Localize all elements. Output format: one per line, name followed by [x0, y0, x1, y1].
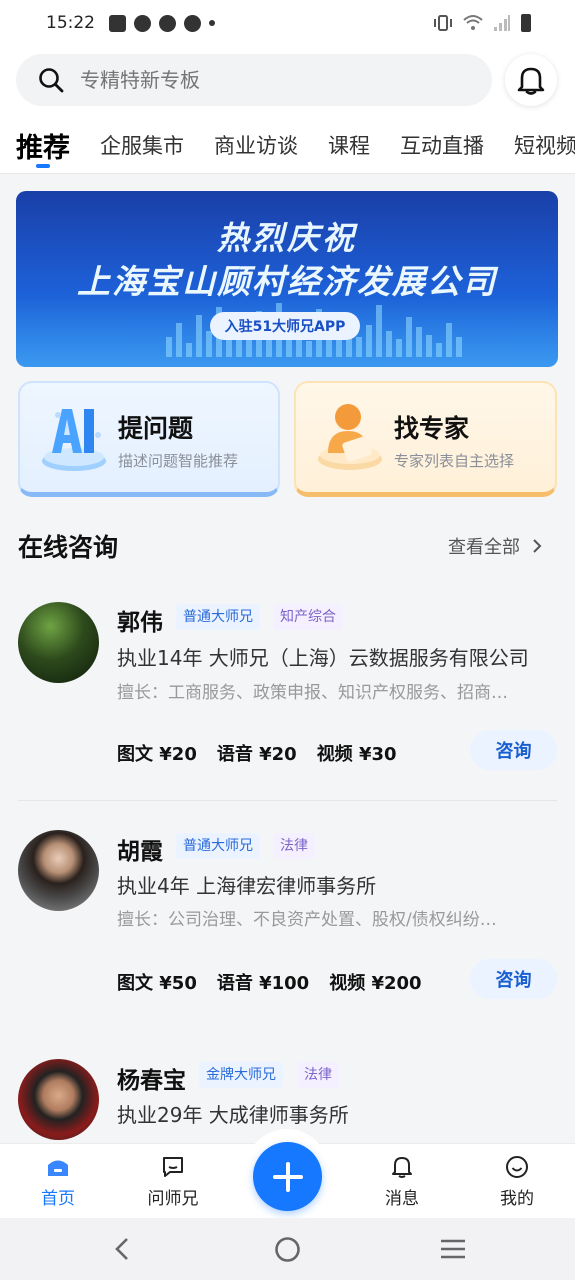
ask-question-card[interactable]: 提问题 描述问题智能推荐 — [18, 381, 280, 497]
banner-subtitle: 上海宝山顾村经济发展公司 — [77, 262, 497, 301]
tab-business-interviews[interactable]: 商业访谈 — [214, 124, 298, 160]
back-icon[interactable] — [112, 1236, 132, 1262]
recents-menu-icon[interactable] — [439, 1236, 467, 1262]
battery-icon — [521, 14, 531, 32]
tab-recommend[interactable]: 推荐 — [16, 124, 70, 168]
consultant-name: 杨春宝 — [117, 1068, 186, 1094]
online-consult-title: 在线咨询 — [18, 533, 119, 562]
expert-illustration-icon — [318, 404, 382, 470]
text-price: 图文 ¥20 — [117, 744, 197, 765]
avatar — [18, 830, 99, 911]
promo-banner[interactable]: 热烈庆祝 上海宝山顾村经济发展公司 入驻51大师兄APP — [16, 191, 558, 367]
consult-button[interactable]: 咨询 — [470, 959, 557, 999]
view-all-label: 查看全部 — [448, 537, 520, 558]
nav-ask-senior[interactable]: 问师兄 — [133, 1154, 213, 1209]
tab-label: 课程 — [328, 134, 370, 158]
nav-label: 消息 — [385, 1189, 419, 1209]
expert-card-title: 找专家 — [394, 414, 470, 443]
search-input[interactable] — [80, 68, 440, 92]
bell-icon — [517, 67, 545, 95]
view-all-link[interactable]: 查看全部 — [448, 533, 542, 559]
notification-icons — [109, 14, 215, 32]
text-price: 图文 ¥50 — [117, 973, 197, 994]
video-price: 视频 ¥200 — [329, 973, 422, 994]
status-bar: 15:22 — [0, 0, 575, 46]
price-list: 图文 ¥50 语音 ¥100 视频 ¥200 — [117, 969, 422, 995]
category-badge: 法律 — [273, 833, 315, 859]
consultant-firm: 执业4年 上海律宏律师事务所 — [117, 874, 377, 898]
voice-price: 语音 ¥100 — [216, 973, 310, 994]
tab-courses[interactable]: 课程 — [328, 124, 370, 160]
video-price: 视频 ¥30 — [316, 744, 397, 765]
tab-services-market[interactable]: 企服集市 — [100, 124, 184, 160]
row-divider — [18, 800, 557, 801]
app-notification-icon — [184, 14, 201, 32]
signal-icon — [494, 15, 510, 31]
banner-pill: 入驻51大师兄APP — [210, 312, 360, 340]
avatar — [18, 1059, 99, 1140]
category-badge: 法律 — [297, 1062, 339, 1088]
consultant-name: 郭伟 — [117, 610, 163, 636]
category-badge: 知产综合 — [273, 604, 343, 630]
category-tabs: 推荐 企服集市 商业访谈 课程 互动直播 短视频 — [0, 124, 575, 174]
search-icon — [39, 68, 64, 93]
nav-home[interactable]: 首页 — [18, 1154, 98, 1209]
level-badge: 普通大师兄 — [176, 833, 260, 859]
home-icon — [48, 1160, 68, 1176]
banner-title: 热烈庆祝 — [216, 219, 357, 257]
ai-illustration-icon — [42, 409, 106, 471]
tab-label: 短视频 — [514, 134, 575, 158]
nav-messages[interactable]: 消息 — [362, 1154, 442, 1209]
consultant-name: 胡霞 — [117, 839, 163, 865]
nav-profile[interactable]: 我的 — [477, 1154, 557, 1209]
chat-icon — [163, 1157, 183, 1177]
tab-label: 企服集市 — [100, 134, 184, 158]
system-status-icons — [433, 14, 531, 32]
notifications-button[interactable] — [505, 54, 557, 106]
consultant-skills: 擅长：公司治理、不良资产处置、股权/债权纠纷… — [117, 910, 497, 930]
tab-live[interactable]: 互动直播 — [400, 124, 484, 160]
search-bar[interactable] — [16, 54, 492, 106]
nav-label: 我的 — [500, 1189, 534, 1209]
create-button[interactable] — [253, 1142, 322, 1211]
nav-label: 首页 — [41, 1189, 75, 1209]
voice-price: 语音 ¥20 — [216, 744, 297, 765]
consultant-card[interactable]: 郭伟 普通大师兄 知产综合 执业14年 大师兄（上海）云数据服务有限公司 擅长：… — [0, 600, 575, 800]
consultant-card[interactable]: 胡霞 普通大师兄 法律 执业4年 上海律宏律师事务所 擅长：公司治理、不良资产处… — [0, 829, 575, 1029]
nav-label: 问师兄 — [147, 1189, 199, 1209]
home-circle-icon[interactable] — [274, 1236, 301, 1263]
expert-card-subtitle: 专家列表自主选择 — [394, 452, 515, 470]
app-notification-icon — [159, 14, 176, 32]
tab-short-video[interactable]: 短视频 — [514, 124, 575, 160]
app-notification-icon — [134, 14, 151, 32]
consultant-skills: 擅长：工商服务、政策申报、知识产权服务、招商… — [117, 683, 508, 703]
level-badge: 金牌大师兄 — [199, 1062, 283, 1088]
vibrate-icon — [434, 15, 452, 31]
level-badge: 普通大师兄 — [176, 604, 260, 630]
ask-card-title: 提问题 — [118, 414, 194, 443]
active-tab-indicator — [36, 164, 50, 168]
consultant-firm: 执业14年 大师兄（上海）云数据服务有限公司 — [117, 646, 529, 670]
plus-icon — [272, 1161, 303, 1192]
bell-icon — [392, 1157, 412, 1178]
consult-button[interactable]: 咨询 — [470, 730, 557, 770]
chevron-right-icon — [533, 539, 542, 553]
header-divider — [0, 173, 575, 174]
avatar — [18, 602, 99, 683]
ask-card-subtitle: 描述问题智能推荐 — [118, 452, 239, 470]
find-expert-card[interactable]: 找专家 专家列表自主选择 — [294, 381, 557, 497]
wifi-icon — [463, 15, 483, 30]
tab-label: 推荐 — [16, 133, 70, 164]
smile-icon — [506, 1156, 528, 1178]
tab-label: 互动直播 — [400, 134, 484, 158]
consultant-firm: 执业29年 大成律师事务所 — [117, 1103, 349, 1127]
tab-label: 商业访谈 — [214, 134, 298, 158]
price-list: 图文 ¥20 语音 ¥20 视频 ¥30 — [117, 740, 397, 766]
system-nav-bar — [0, 1218, 575, 1280]
header: 推荐 企服集市 商业访谈 课程 互动直播 短视频 — [0, 46, 575, 174]
app-notification-icon — [109, 14, 126, 32]
status-time: 15:22 — [46, 13, 95, 33]
more-notifications-icon — [209, 20, 215, 26]
